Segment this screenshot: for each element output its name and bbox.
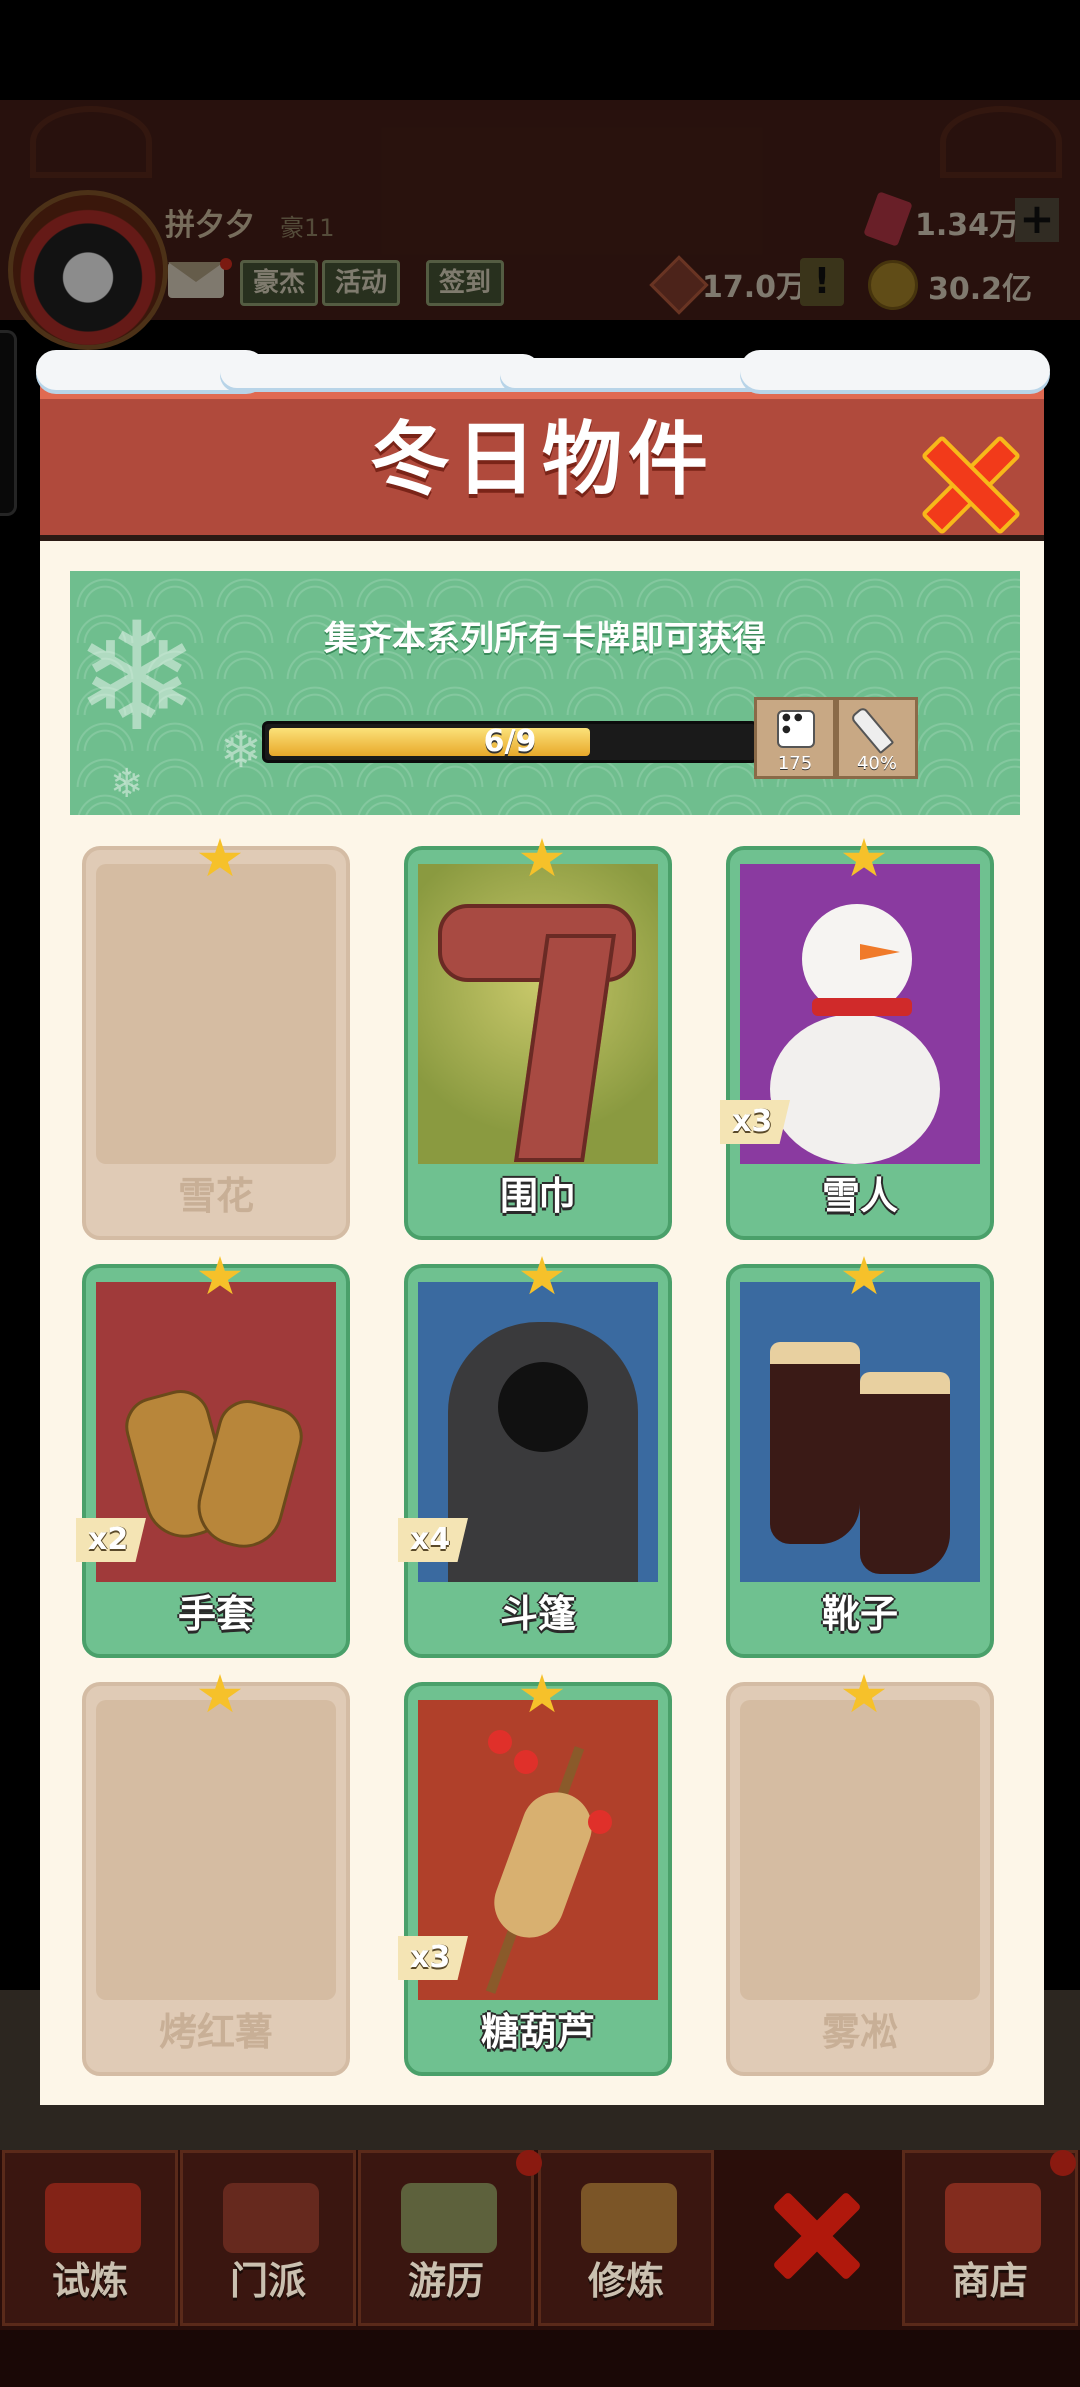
sect-icon (223, 2183, 319, 2253)
winter-items-modal: 冬日物件 ❄ ❄ ❄ 集齐本系列所有卡牌即可获得 6/9 175 40% (36, 350, 1050, 2105)
series-reward-banner: ❄ ❄ ❄ 集齐本系列所有卡牌即可获得 6/9 175 40% (70, 571, 1020, 815)
snowman-scarf (812, 998, 912, 1016)
card-count-badge: x3 (398, 1936, 468, 1980)
close-button[interactable] (920, 435, 1010, 525)
collection-hint: 集齐本系列所有卡牌即可获得 (324, 619, 766, 659)
nav-label: 修炼 (587, 2259, 664, 2303)
close-icon[interactable] (770, 2190, 860, 2280)
card-roasted-sweet-potato[interactable]: 烤红薯 (82, 1674, 350, 2076)
snowflake-icon: ❄ (220, 721, 262, 779)
card-label: 雾凇 (821, 2010, 898, 2054)
reward-dice[interactable]: 175 (754, 697, 836, 779)
card-label: 手套 (177, 1592, 254, 1636)
reward-value: 40% (856, 753, 897, 774)
card-rime[interactable]: 雾凇 (726, 1674, 994, 2076)
card-art (740, 1282, 980, 1582)
dice-icon (777, 710, 815, 748)
nav-shop[interactable]: 商店 (902, 2150, 1078, 2326)
card-count-badge: x4 (398, 1518, 468, 1562)
notification-dot (1050, 2150, 1076, 2176)
cultivate-icon (581, 2183, 677, 2253)
card-gloves[interactable]: x2 手套 (76, 1256, 350, 1658)
cloak-hood (498, 1362, 588, 1452)
card-label: 糖葫芦 (480, 2010, 595, 2054)
card-art-placeholder (740, 1700, 980, 2000)
trial-icon (45, 2183, 141, 2253)
travel-icon (401, 2183, 497, 2253)
shop-icon (945, 2183, 1041, 2253)
card-label: 靴子 (821, 1592, 898, 1636)
carrot-nose (860, 944, 900, 960)
card-snowflake[interactable]: 雪花 (82, 838, 350, 1240)
card-scarf[interactable]: 围巾 (404, 838, 672, 1240)
card-candied-haws[interactable]: x3 糖葫芦 (398, 1674, 672, 2076)
card-art (418, 864, 658, 1164)
card-label: 烤红薯 (158, 2010, 273, 2054)
card-art-placeholder (96, 1700, 336, 2000)
reward-value: 175 (777, 753, 813, 774)
card-snowman[interactable]: x3 雪人 (720, 838, 994, 1240)
card-art-placeholder (96, 864, 336, 1164)
modal-header: 冬日物件 (40, 385, 1044, 541)
nav-label: 试炼 (51, 2259, 128, 2303)
nav-label: 商店 (951, 2259, 1028, 2303)
reward-attack[interactable]: 40% (836, 697, 918, 779)
notification-dot (516, 2150, 542, 2176)
status-bar (0, 0, 1080, 100)
nav-label: 门派 (229, 2259, 306, 2303)
home-indicator-bar (0, 2330, 1080, 2387)
card-label: 斗篷 (499, 1592, 576, 1636)
nav-label: 游历 (407, 2259, 484, 2303)
nav-trial[interactable]: 试炼 (2, 2150, 178, 2326)
card-label: 雪花 (177, 1174, 254, 1218)
collection-progress-bar: 6/9 (262, 721, 758, 763)
snowman-body (770, 1014, 940, 1164)
snowflake-icon: ❄ (110, 761, 144, 807)
card-boots[interactable]: 靴子 (726, 1256, 994, 1658)
snow-decoration (220, 354, 540, 388)
cloak-icon (448, 1322, 638, 1582)
modal-body: ❄ ❄ ❄ 集齐本系列所有卡牌即可获得 6/9 175 40% 雪花 (40, 541, 1044, 2105)
boot-icon (860, 1372, 950, 1574)
progress-text: 6/9 (483, 724, 537, 759)
card-count-badge: x2 (76, 1518, 146, 1562)
nav-sect[interactable]: 门派 (180, 2150, 356, 2326)
sword-icon (849, 705, 895, 755)
boot-icon (770, 1342, 860, 1544)
modal-title: 冬日物件 (370, 413, 714, 506)
snow-decoration (740, 350, 1050, 390)
nav-cultivate[interactable]: 修炼 (538, 2150, 714, 2326)
berry (514, 1750, 538, 1774)
card-label: 围巾 (499, 1174, 576, 1218)
nav-travel[interactable]: 游历 (358, 2150, 534, 2326)
card-cloak[interactable]: x4 斗篷 (398, 1256, 672, 1658)
berry (588, 1810, 612, 1834)
card-label: 雪人 (821, 1174, 898, 1218)
card-count-badge: x3 (720, 1100, 790, 1144)
berry (488, 1730, 512, 1754)
candied-haws-icon (484, 1782, 602, 1948)
